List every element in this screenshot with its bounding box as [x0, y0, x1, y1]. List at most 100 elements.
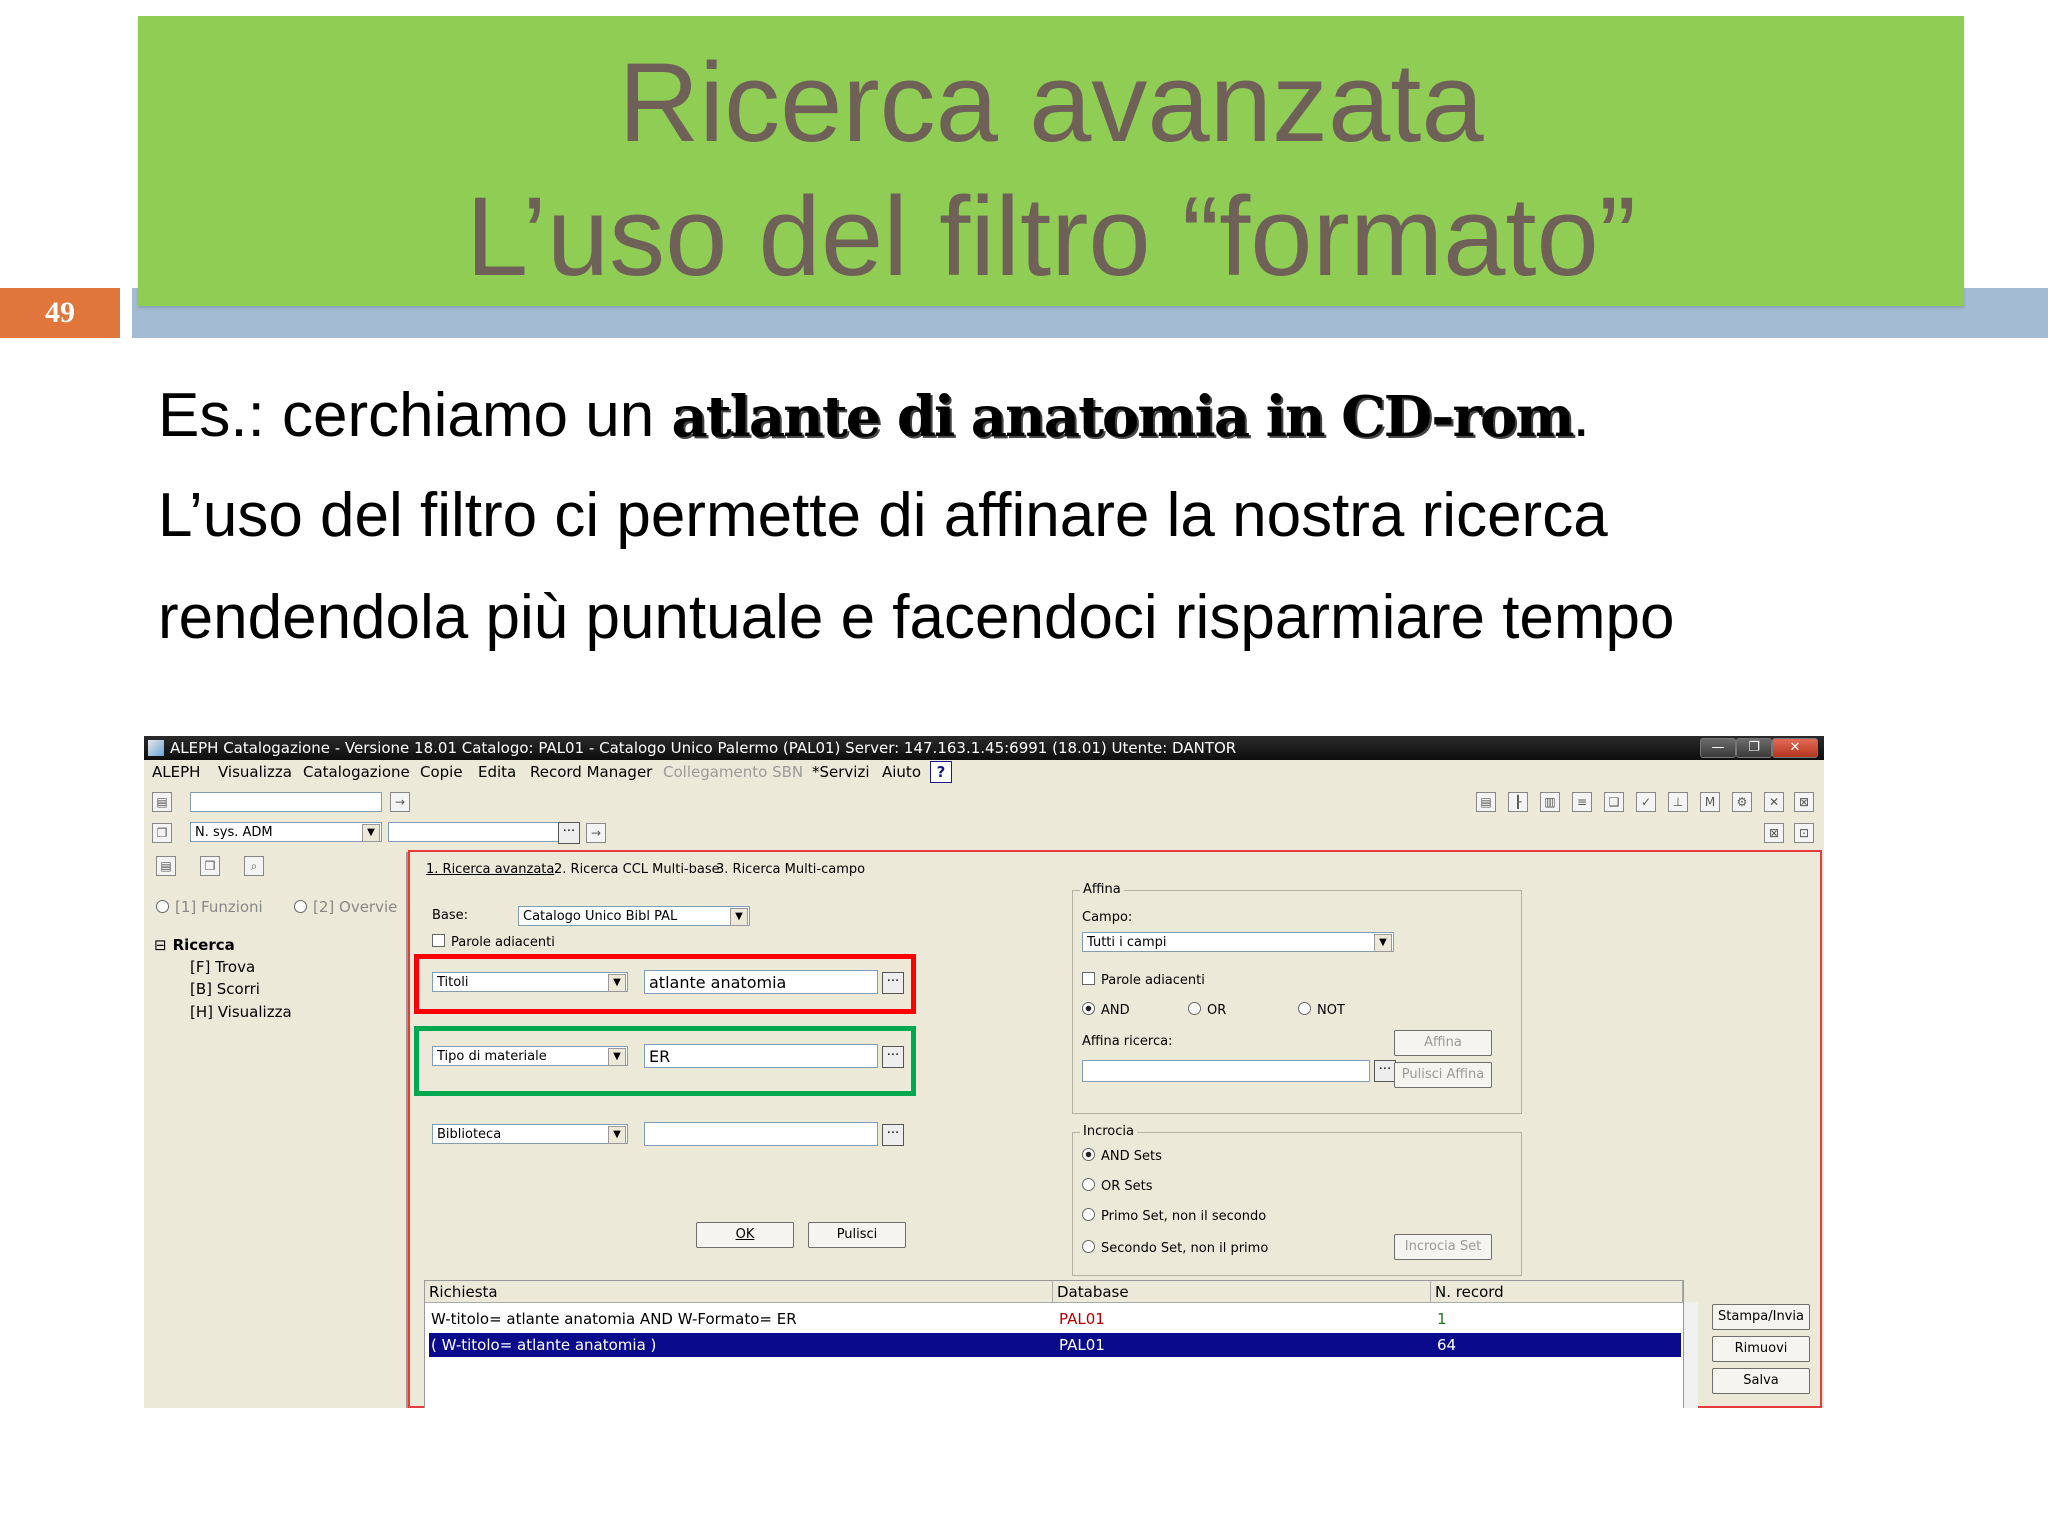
search-term-input-1[interactable]: atlante anatomia	[644, 970, 878, 994]
affina-button[interactable]: Affina	[1394, 1030, 1492, 1056]
menu-aiuto[interactable]: Aiuto	[882, 760, 921, 784]
tree-item-scorri[interactable]: [B] Scorri	[190, 980, 260, 998]
chevron-down-icon: ▼	[608, 1048, 626, 1066]
go-arrow-icon[interactable]: →	[586, 823, 606, 843]
table-scrollbar[interactable]	[1684, 1302, 1698, 1408]
slide-title-line1: Ricerca avanzata	[618, 40, 1484, 165]
affina-adjacent-label: Parole adiacenti	[1101, 973, 1205, 988]
field-select-2[interactable]: Tipo di materiale ▼	[432, 1046, 628, 1066]
radio-funzioni[interactable]: [1] Funzioni	[156, 898, 263, 916]
close-all-icon[interactable]: ⊡	[1794, 823, 1814, 843]
delete-all-icon[interactable]: ⊠	[1794, 792, 1814, 812]
book-icon[interactable]: ▥	[1540, 792, 1560, 812]
menu-visualizza[interactable]: Visualizza	[218, 760, 292, 784]
row-database: PAL01	[1059, 1336, 1105, 1354]
clear-affina-button[interactable]: Pulisci Affina	[1394, 1062, 1492, 1088]
sys-number-combo[interactable]: N. sys. ADM ▼	[190, 822, 382, 842]
body-line-3: rendendola più puntuale e facendoci risp…	[158, 583, 1675, 652]
menu-servizi[interactable]: *Servizi	[812, 760, 870, 784]
marc-icon[interactable]: M	[1700, 792, 1720, 812]
browse-button-3[interactable]: ···	[882, 1124, 904, 1146]
campo-label: Campo:	[1082, 910, 1133, 925]
radio-overview[interactable]: [2] Overvie	[294, 898, 397, 916]
slide-number: 49	[0, 288, 120, 338]
tab-ricerca-multicampo[interactable]: 3. Ricerca Multi-campo	[716, 862, 865, 877]
table-row[interactable]: W-titolo= atlante anatomia AND W-Formato…	[429, 1307, 1681, 1331]
help-icon[interactable]: ?	[930, 761, 952, 783]
affina-not-radio[interactable]: NOT	[1298, 1002, 1345, 1018]
browse-button[interactable]: ···	[558, 822, 580, 844]
close-doc-icon[interactable]: ⊠	[1764, 823, 1784, 843]
check-icon[interactable]: ✓	[1636, 792, 1656, 812]
catalog-icon[interactable]: ▤	[1476, 792, 1496, 812]
field-select-3[interactable]: Biblioteca ▼	[432, 1124, 628, 1144]
affina-browse-button[interactable]: ···	[1374, 1060, 1396, 1082]
adjacent-words-label: Parole adiacenti	[451, 935, 555, 950]
pages-icon[interactable]: ❏	[1604, 792, 1624, 812]
menu-collegamento-sbn[interactable]: Collegamento SBN	[663, 760, 803, 784]
hierarchy-icon[interactable]: ⊥	[1668, 792, 1688, 812]
browse-button-2[interactable]: ···	[882, 1046, 904, 1068]
salva-button[interactable]: Salva	[1712, 1368, 1810, 1394]
affina-or-radio[interactable]: OR	[1188, 1002, 1226, 1018]
rimuovi-button[interactable]: Rimuovi	[1712, 1336, 1810, 1362]
maximize-button[interactable]: ❐	[1736, 738, 1772, 758]
tab-ricerca-avanzata[interactable]: 1. Ricerca avanzata	[426, 862, 554, 877]
minimize-button[interactable]: —	[1700, 738, 1736, 758]
checkbox-icon	[1082, 972, 1095, 985]
sys-number-input[interactable]	[388, 822, 564, 842]
binoculars-icon[interactable]: ⌕	[244, 856, 264, 876]
list-icon[interactable]: ≡	[1572, 792, 1592, 812]
menu-copie[interactable]: Copie	[420, 760, 463, 784]
secondo-set-label: Secondo Set, non il primo	[1101, 1241, 1269, 1256]
affina-ricerca-input[interactable]	[1082, 1060, 1370, 1082]
and-sets-radio[interactable]: AND Sets	[1082, 1148, 1162, 1164]
base-combo[interactable]: Catalogo Unico Bibl PAL ▼	[518, 906, 750, 926]
tab-ricerca-ccl[interactable]: 2. Ricerca CCL Multi-base	[554, 862, 720, 877]
header-database[interactable]: Database	[1053, 1281, 1431, 1303]
field-select-1[interactable]: Titoli ▼	[432, 972, 628, 992]
incrocia-set-button[interactable]: Incrocia Set	[1394, 1234, 1492, 1260]
close-button[interactable]: ✕	[1772, 738, 1818, 758]
window-titlebar: ALEPH Catalogazione - Versione 18.01 Cat…	[144, 736, 1824, 760]
settings-icon[interactable]: ⚙	[1732, 792, 1752, 812]
chevron-down-icon: ▼	[730, 908, 748, 926]
adjacent-words-checkbox[interactable]: Parole adiacenti	[432, 934, 555, 950]
search-term-input-3[interactable]	[644, 1122, 878, 1146]
primo-set-radio[interactable]: Primo Set, non il secondo	[1082, 1208, 1266, 1224]
menu-catalogazione[interactable]: Catalogazione	[303, 760, 410, 784]
radio-icon	[1082, 1208, 1095, 1221]
tree-item-visualizza[interactable]: [H] Visualizza	[190, 1003, 292, 1021]
header-n-record[interactable]: N. record	[1431, 1281, 1683, 1303]
radio-icon	[156, 900, 169, 913]
tree-item-trova[interactable]: [F] Trova	[190, 958, 255, 976]
or-sets-radio[interactable]: OR Sets	[1082, 1178, 1153, 1194]
copy-icon[interactable]: ❐	[152, 823, 172, 843]
affina-or-label: OR	[1207, 1003, 1227, 1018]
affina-adjacent-checkbox[interactable]: Parole adiacenti	[1082, 972, 1205, 988]
clear-button[interactable]: Pulisci	[808, 1222, 906, 1248]
record-icon[interactable]: ▤	[152, 792, 172, 812]
collapse-icon: ⊟	[154, 936, 167, 954]
header-richiesta[interactable]: Richiesta	[425, 1281, 1053, 1303]
results-table: Richiesta Database N. record W-titolo= a…	[424, 1280, 1684, 1408]
browse-button-1[interactable]: ···	[882, 972, 904, 994]
table-row-selected[interactable]: ( W-titolo= atlante anatomia ) PAL01 64	[429, 1333, 1681, 1357]
overview-tab-icon[interactable]: ❐	[200, 856, 220, 876]
delete-icon[interactable]: ✕	[1764, 792, 1784, 812]
secondo-set-radio[interactable]: Secondo Set, non il primo	[1082, 1240, 1268, 1256]
functions-tab-icon[interactable]: ▤	[156, 856, 176, 876]
toolbar-search-input[interactable]	[190, 792, 382, 812]
tree-icon[interactable]: ┠	[1508, 792, 1528, 812]
ok-button[interactable]: OK	[696, 1222, 794, 1248]
menu-record-manager[interactable]: Record Manager	[530, 760, 652, 784]
stampa-invia-button[interactable]: Stampa/Invia	[1712, 1304, 1810, 1330]
search-term-input-2[interactable]: ER	[644, 1044, 878, 1068]
row-count: 64	[1437, 1336, 1457, 1354]
menu-aleph[interactable]: ALEPH	[152, 760, 200, 784]
campo-combo[interactable]: Tutti i campi ▼	[1082, 932, 1394, 952]
menu-edita[interactable]: Edita	[478, 760, 516, 784]
affina-and-radio[interactable]: AND	[1082, 1002, 1130, 1018]
tree-root-ricerca[interactable]: ⊟ Ricerca	[154, 936, 235, 954]
go-arrow-icon[interactable]: →	[390, 792, 410, 812]
